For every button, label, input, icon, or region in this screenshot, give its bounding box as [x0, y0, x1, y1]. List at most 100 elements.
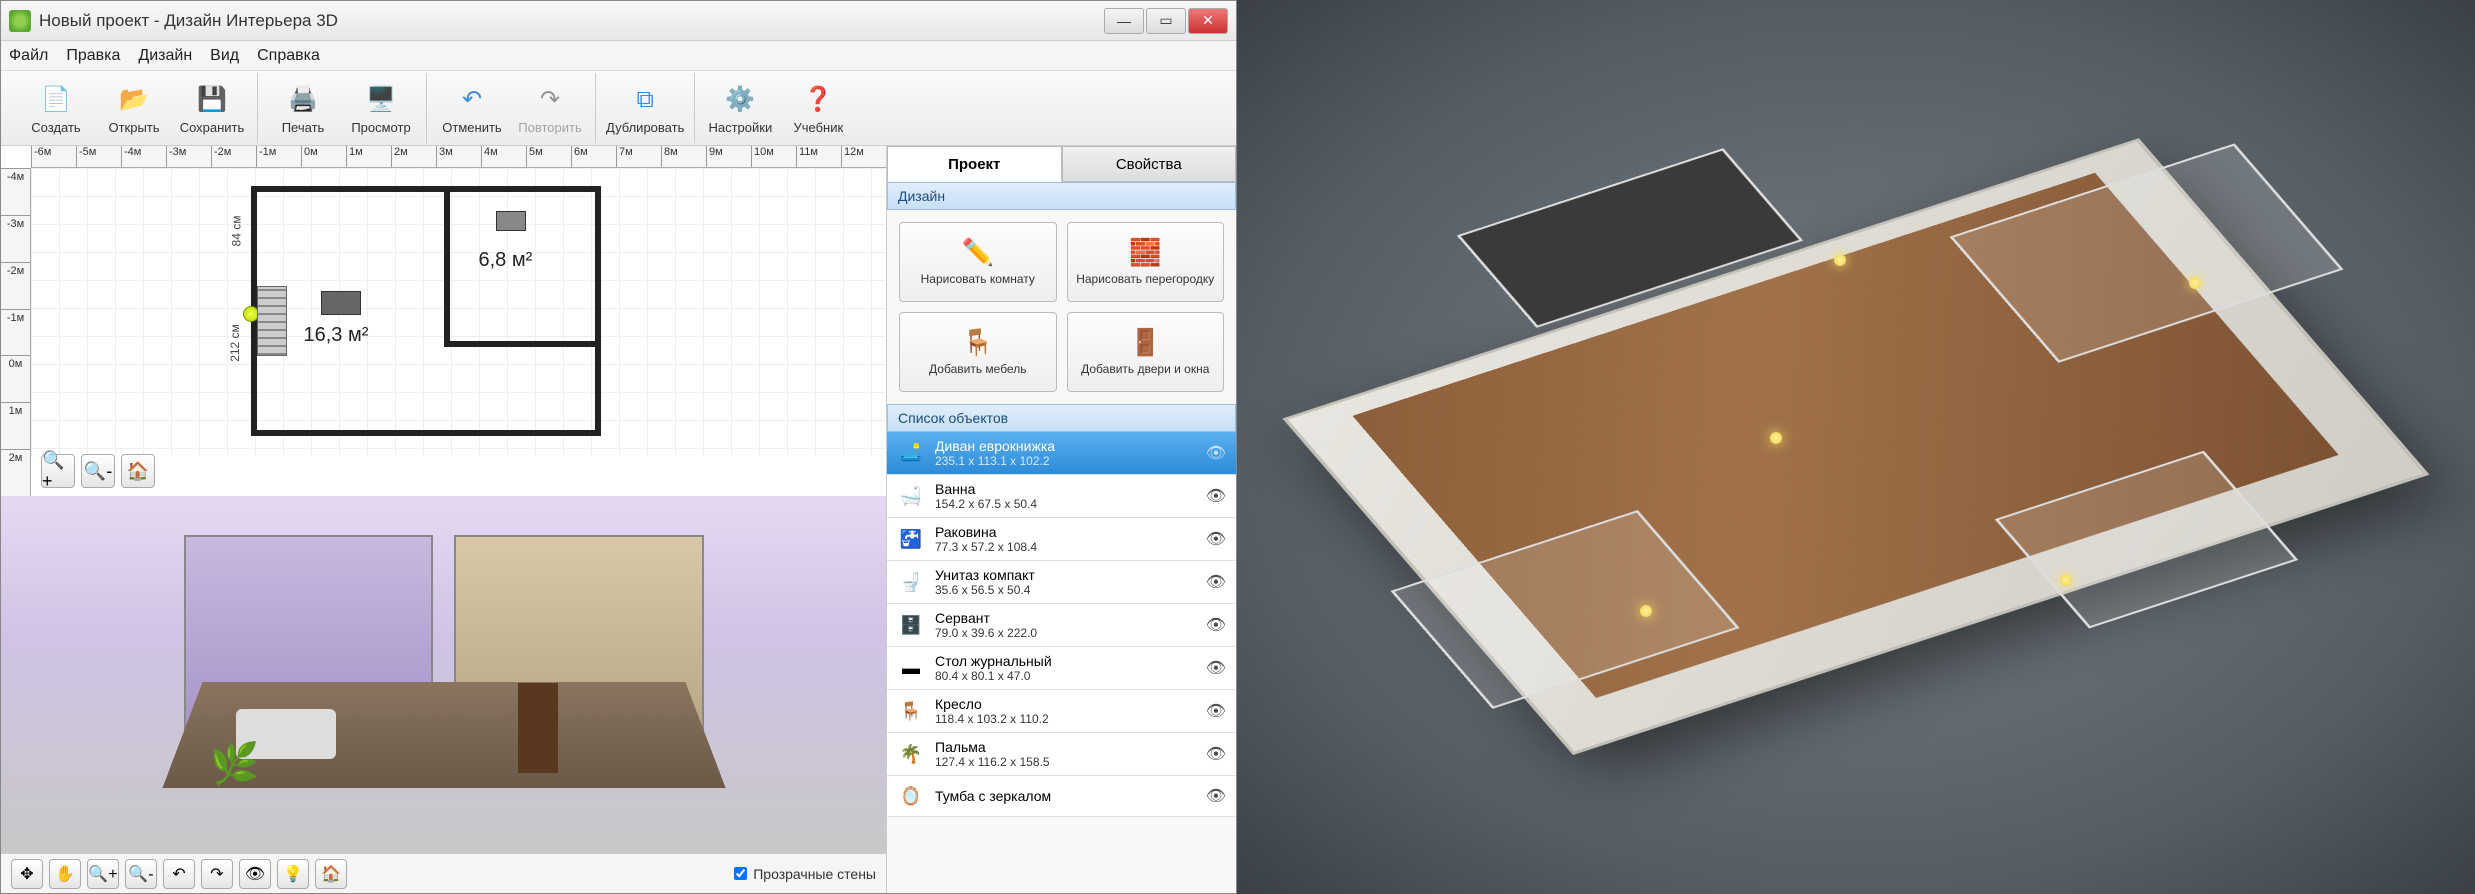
tool-pan[interactable]: ✋ [49, 859, 81, 889]
object-list-item[interactable]: ▬Стол журнальный80.4 x 80.1 x 47.0👁 [887, 647, 1236, 690]
room-area-label: 16,3 м² [304, 324, 369, 347]
ruler-tick: 7м [616, 146, 661, 167]
toolbar-duplicate[interactable]: ⧉ Дублировать [606, 82, 684, 135]
tab-properties[interactable]: Свойства [1062, 146, 1237, 182]
object-dimensions: 77.3 x 57.2 x 108.4 [935, 540, 1196, 554]
object-name: Диван еврокнижка [935, 438, 1196, 454]
furniture-shelf[interactable] [257, 286, 287, 356]
object-list-item[interactable]: 🚰 Раковина77.3 x 57.2 x 108.4 👁 [887, 518, 1236, 561]
view-3d[interactable]: 🌿 [1, 496, 886, 853]
tool-rotate-left[interactable]: ↶ [163, 859, 195, 889]
menu-file[interactable]: Файл [9, 47, 48, 65]
object-list-item[interactable]: 🛁Ванна154.2 x 67.5 x 50.4👁 [887, 475, 1236, 518]
toolbar-save[interactable]: 💾 Сохранить [177, 82, 247, 135]
object-list-item[interactable]: 🚽Унитаз компакт35.6 x 56.5 x 50.4👁 [887, 561, 1236, 604]
object-text: Кресло118.4 x 103.2 x 110.2 [935, 696, 1196, 726]
furniture-sofa[interactable] [321, 291, 361, 315]
object-list-item[interactable]: 🌴Пальма127.4 x 116.2 x 158.5👁 [887, 733, 1236, 776]
object-icon: 🚰 [897, 525, 925, 553]
tab-project[interactable]: Проект [887, 146, 1062, 182]
minimize-button[interactable]: — [1104, 8, 1144, 34]
object-name: Раковина [935, 524, 1196, 540]
transparent-walls-checkbox[interactable]: Прозрачные стены [734, 866, 876, 882]
object-list-item[interactable]: 🗄️Сервант79.0 x 39.6 x 222.0👁 [887, 604, 1236, 647]
visibility-icon[interactable]: 👁 [1206, 658, 1226, 678]
wall[interactable] [251, 186, 601, 192]
visibility-icon[interactable]: 👁 [1206, 486, 1226, 506]
tool-eye[interactable]: 👁 [239, 859, 271, 889]
tool-zoom-in[interactable]: 🔍+ [87, 859, 119, 889]
menu-design[interactable]: Дизайн [138, 47, 192, 65]
object-name: Сервант [935, 610, 1196, 626]
help-icon: ❓ [800, 82, 836, 118]
wall[interactable] [595, 186, 601, 436]
visibility-icon[interactable]: 👁 [1206, 529, 1226, 549]
wall[interactable] [444, 341, 602, 347]
toolbar-tutorial[interactable]: ❓ Учебник [783, 82, 853, 135]
dimension-label: 212 см [228, 324, 242, 362]
toolbar-create[interactable]: 📄 Создать [21, 82, 91, 135]
tool-rotate-right[interactable]: ↷ [201, 859, 233, 889]
home-button[interactable]: 🏠 [121, 454, 155, 488]
maximize-button[interactable]: ▭ [1146, 8, 1186, 34]
gear-icon: ⚙️ [722, 82, 758, 118]
tool-zoom-out[interactable]: 🔍- [125, 859, 157, 889]
visibility-icon[interactable]: 👁 [1206, 443, 1226, 463]
tool-light[interactable]: 💡 [277, 859, 309, 889]
pencil-icon: ✏️ [962, 237, 994, 268]
app-window: Новый проект - Дизайн Интерьера 3D — ▭ ✕… [0, 0, 1237, 894]
toolbar-preview[interactable]: 🖥️ Просмотр [346, 82, 416, 135]
copy-icon: ⧉ [627, 82, 663, 118]
object-dimensions: 35.6 x 56.5 x 50.4 [935, 583, 1196, 597]
object-list-item[interactable]: 🪑Кресло118.4 x 103.2 x 110.2👁 [887, 690, 1236, 733]
toolbar-open[interactable]: 📂 Открыть [99, 82, 169, 135]
furniture-bath[interactable] [496, 211, 526, 231]
menu-edit[interactable]: Правка [66, 47, 120, 65]
ruler-tick: -2м [1, 262, 30, 309]
checkbox-input[interactable] [734, 867, 747, 880]
tool-home[interactable]: 🏠 [315, 859, 347, 889]
room-3d-render: 🌿 [184, 535, 704, 815]
visibility-icon[interactable]: 👁 [1206, 744, 1226, 764]
toolbar-settings[interactable]: ⚙️ Настройки [705, 82, 775, 135]
tool-cursor[interactable]: ✥ [11, 859, 43, 889]
visibility-icon[interactable]: 👁 [1206, 572, 1226, 592]
door-3d [518, 683, 558, 773]
app-icon [9, 10, 31, 32]
close-button[interactable]: ✕ [1188, 8, 1228, 34]
door-icon: 🚪 [1129, 327, 1161, 358]
printer-icon: 🖨️ [285, 82, 321, 118]
zoom-in-button[interactable]: 🔍+ [41, 454, 75, 488]
menu-help[interactable]: Справка [257, 47, 320, 65]
visibility-icon[interactable]: 👁 [1206, 615, 1226, 635]
wall[interactable] [251, 430, 601, 436]
object-list-item[interactable]: 🪞Тумба с зеркалом👁 [887, 776, 1236, 817]
dimension-label: 84 см [229, 215, 243, 246]
object-text: Тумба с зеркалом [935, 788, 1196, 804]
add-furniture-button[interactable]: 🪑 Добавить мебель [899, 312, 1057, 392]
object-dimensions: 118.4 x 103.2 x 110.2 [935, 712, 1196, 726]
toolbar-print[interactable]: 🖨️ Печать [268, 82, 338, 135]
ruler-tick: 0м [301, 146, 346, 167]
draw-room-button[interactable]: ✏️ Нарисовать комнату [899, 222, 1057, 302]
object-name: Тумба с зеркалом [935, 788, 1196, 804]
toolbar-undo[interactable]: ↶ Отменить [437, 82, 507, 135]
object-list-item[interactable]: 🛋️Диван еврокнижка235.1 x 113.1 x 102.2👁 [887, 432, 1236, 475]
plan-2d-view[interactable]: -6м-5м-4м-3м-2м-1м0м1м2м3м4м5м6м7м8м9м10… [1, 146, 886, 496]
monitor-icon: 🖥️ [363, 82, 399, 118]
bottom-toolbar: ✥ ✋ 🔍+ 🔍- ↶ ↷ 👁 💡 🏠 Прозрачные стены [1, 853, 886, 893]
menu-view[interactable]: Вид [210, 47, 239, 65]
visibility-icon[interactable]: 👁 [1206, 786, 1226, 806]
floorplan[interactable]: 6,8 м² 16,3 м² 84 см 212 см [251, 186, 601, 436]
object-text: Стол журнальный80.4 x 80.1 x 47.0 [935, 653, 1196, 683]
add-doors-button[interactable]: 🚪 Добавить двери и окна [1067, 312, 1225, 392]
object-dimensions: 79.0 x 39.6 x 222.0 [935, 626, 1196, 640]
zoom-out-button[interactable]: 🔍- [81, 454, 115, 488]
wall[interactable] [444, 186, 450, 341]
redo-icon: ↷ [532, 82, 568, 118]
draw-wall-button[interactable]: 🧱 Нарисовать перегородку [1067, 222, 1225, 302]
ruler-tick: -2м [211, 146, 256, 167]
ruler-tick: -5м [76, 146, 121, 167]
object-dimensions: 235.1 x 113.1 x 102.2 [935, 454, 1196, 468]
visibility-icon[interactable]: 👁 [1206, 701, 1226, 721]
